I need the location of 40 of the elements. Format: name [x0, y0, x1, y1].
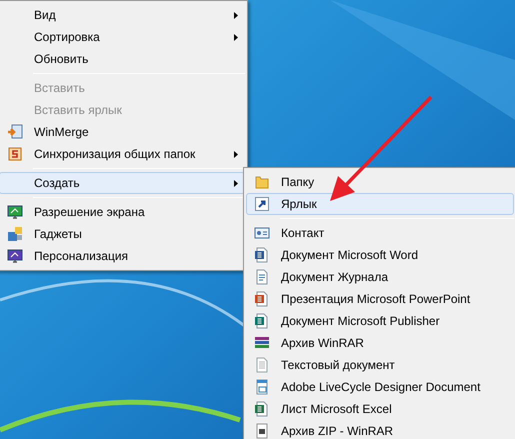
- menu-item[interactable]: Презентация Microsoft PowerPoint: [246, 288, 514, 310]
- menu-item[interactable]: Персонализация: [0, 245, 245, 267]
- submenu-arrow-icon: [234, 150, 238, 158]
- submenu-arrow-icon: [234, 12, 238, 18]
- shortcut-icon: [254, 196, 270, 212]
- document-icon: [254, 379, 270, 395]
- submenu-arrow-icon: [234, 34, 238, 40]
- menu-item[interactable]: WinMerge: [0, 121, 245, 143]
- menu-item[interactable]: Архив WinRAR: [246, 332, 514, 354]
- contact-card-icon: [254, 225, 270, 241]
- menu-item[interactable]: Документ Microsoft Publisher: [246, 310, 514, 332]
- menu-item[interactable]: Синхронизация общих папок: [0, 143, 245, 165]
- text-document-icon: [254, 357, 270, 373]
- word-document-icon: [254, 247, 270, 263]
- powerpoint-document-icon: [254, 291, 270, 307]
- menu-item[interactable]: Разрешение экрана: [0, 201, 245, 223]
- publisher-document-icon: [254, 313, 270, 329]
- menu-item[interactable]: Лист Microsoft Excel: [246, 398, 514, 420]
- menu-item[interactable]: Обновить: [0, 48, 245, 70]
- sync-icon: [7, 146, 23, 162]
- menu-item[interactable]: Документ Microsoft Word: [246, 244, 514, 266]
- menu-item[interactable]: Вид: [0, 4, 245, 26]
- menu-item[interactable]: Папку: [246, 171, 514, 193]
- menu-item[interactable]: Создать: [0, 172, 245, 194]
- menu-item[interactable]: Документ Журнала: [246, 266, 514, 288]
- menu-item[interactable]: Текстовый документ: [246, 354, 514, 376]
- journal-document-icon: [254, 269, 270, 285]
- folder-icon: [254, 174, 270, 190]
- merge-arrows-icon: [7, 124, 23, 140]
- menu-item[interactable]: Adobe LiveCycle Designer Document: [246, 376, 514, 398]
- menu-item[interactable]: Контакт: [246, 222, 514, 244]
- menu-item[interactable]: Сортировка: [0, 26, 245, 48]
- menu-item[interactable]: Гаджеты: [0, 223, 245, 245]
- display-icon: [7, 204, 23, 220]
- gadgets-icon: [7, 226, 23, 242]
- submenu-arrow-icon: [234, 180, 238, 186]
- excel-document-icon: [254, 401, 270, 417]
- stacked-books-icon: [254, 335, 270, 351]
- menu-item[interactable]: Ярлык: [246, 193, 514, 215]
- menu-item[interactable]: Архив ZIP - WinRAR: [246, 420, 514, 439]
